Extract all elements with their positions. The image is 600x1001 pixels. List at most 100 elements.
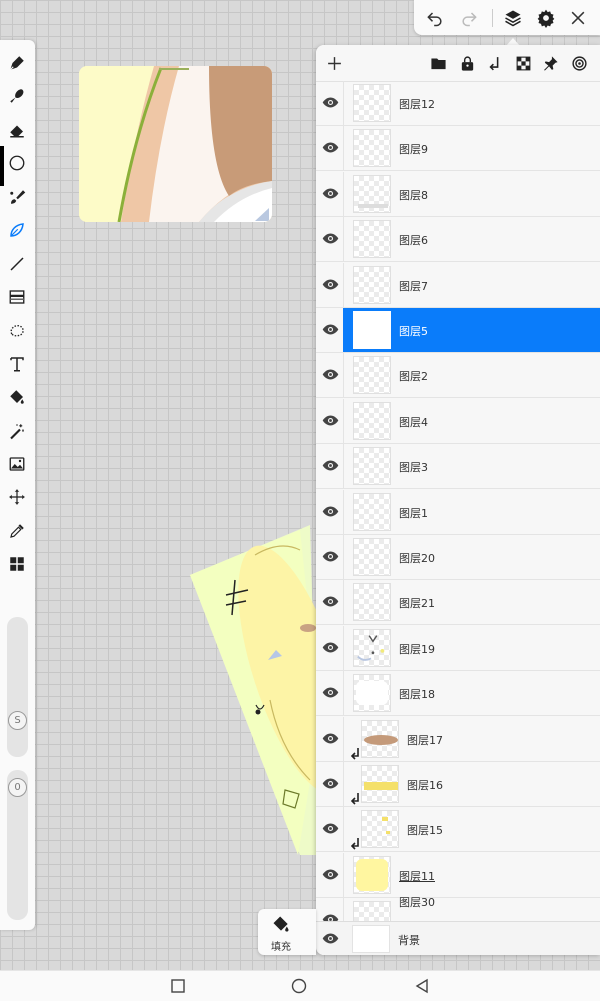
layer-row[interactable]: 图层1	[316, 490, 600, 535]
eye-icon[interactable]	[322, 593, 339, 610]
eye-icon[interactable]	[322, 548, 339, 565]
transform-icon[interactable]	[5, 485, 29, 509]
eye-icon[interactable]	[322, 866, 339, 883]
layer-row-body[interactable]: 图层9	[343, 126, 600, 170]
eye-icon[interactable]	[322, 775, 339, 792]
eye-icon[interactable]	[322, 321, 339, 338]
layer-row[interactable]: 图层19	[316, 626, 600, 671]
layer-row[interactable]: 图层20	[316, 535, 600, 580]
layer-row-body[interactable]: 图层20	[343, 535, 600, 579]
background-layer-label: 背景	[398, 934, 420, 947]
pen-icon[interactable]	[5, 51, 29, 75]
layer-row[interactable]: 图层11	[316, 853, 600, 898]
eye-icon[interactable]	[322, 412, 339, 429]
eye-icon[interactable]	[322, 185, 339, 202]
layers-icon[interactable]	[500, 5, 526, 31]
bucket-icon[interactable]	[5, 385, 29, 409]
layer-row-body[interactable]: 图层21	[343, 580, 600, 624]
reference-image	[79, 66, 272, 222]
eye-icon[interactable]	[322, 94, 339, 111]
layer-row-body[interactable]: 图层3	[343, 444, 600, 488]
reference-image-window[interactable]	[79, 66, 272, 222]
layer-thumbnail	[353, 629, 391, 667]
target-icon[interactable]	[569, 53, 589, 73]
close-icon[interactable]	[565, 5, 591, 31]
eye-icon[interactable]	[322, 139, 339, 156]
layer-row[interactable]: 图层16	[316, 762, 600, 807]
eye-icon[interactable]	[322, 276, 339, 293]
layer-row-body[interactable]: 图层5	[343, 308, 600, 352]
layer-row[interactable]: 图层9	[316, 126, 600, 171]
layer-row[interactable]: 图层5	[316, 308, 600, 353]
line-icon[interactable]	[5, 252, 29, 276]
undo-icon[interactable]	[422, 5, 448, 31]
layer-row[interactable]: 图层6	[316, 217, 600, 262]
lasso-pen-icon[interactable]	[5, 218, 29, 242]
brush-icon[interactable]	[5, 185, 29, 209]
layer-row[interactable]: 图层17	[316, 717, 600, 762]
eye-icon[interactable]	[322, 930, 339, 947]
layer-row-body[interactable]: 图层4	[343, 399, 600, 443]
eye-icon[interactable]	[322, 457, 339, 474]
eraser-icon[interactable]	[5, 118, 29, 142]
image-icon[interactable]	[5, 452, 29, 476]
layer-row[interactable]: 图层4	[316, 399, 600, 444]
layer-row-body[interactable]: 图层1	[343, 490, 600, 534]
smudge-icon[interactable]	[5, 84, 29, 108]
eye-icon[interactable]	[322, 730, 339, 747]
pin-icon[interactable]	[540, 53, 560, 73]
home-icon[interactable]	[291, 978, 307, 994]
layer-row-body[interactable]: 图层16	[343, 762, 600, 806]
layer-row[interactable]: 图层18	[316, 671, 600, 716]
layer-row-body[interactable]: 图层12	[343, 81, 600, 125]
layer-thumbnail	[353, 856, 391, 894]
tool-sidebar: S 0	[0, 40, 35, 930]
color-circle-icon[interactable]	[5, 151, 29, 175]
eye-icon[interactable]	[322, 820, 339, 837]
background-thumbnail	[352, 925, 390, 953]
layer-row[interactable]: 图层8	[316, 172, 600, 217]
eyedropper-icon[interactable]	[5, 519, 29, 543]
brush-size-slider[interactable]	[7, 617, 28, 757]
recent-apps-icon[interactable]	[170, 978, 186, 994]
folder-icon[interactable]	[428, 53, 448, 73]
layer-row[interactable]: 图层7	[316, 263, 600, 308]
layer-row-body[interactable]: 图层17	[343, 717, 600, 761]
gradient-icon[interactable]	[5, 285, 29, 309]
layer-row[interactable]: 图层15	[316, 807, 600, 852]
eye-icon[interactable]	[322, 366, 339, 383]
layer-row-body[interactable]: 图层15	[343, 807, 600, 851]
eye-icon[interactable]	[322, 639, 339, 656]
back-icon[interactable]	[414, 978, 430, 994]
merge-down-icon[interactable]	[485, 53, 505, 73]
fill-button[interactable]: 填充	[258, 909, 316, 955]
text-icon[interactable]	[5, 352, 29, 376]
layer-row-body[interactable]: 图层18	[343, 671, 600, 715]
layer-row[interactable]: 图层3	[316, 444, 600, 489]
layer-row[interactable]: 图层12	[316, 81, 600, 126]
layer-name: 图层3	[399, 461, 428, 474]
layer-row[interactable]: 图层21	[316, 580, 600, 625]
settings-icon[interactable]	[533, 5, 559, 31]
layer-row-body[interactable]: 图层19	[343, 626, 600, 670]
transparency-icon[interactable]	[513, 53, 533, 73]
add-icon[interactable]	[324, 53, 344, 73]
redo-icon[interactable]	[456, 5, 482, 31]
lasso-select-icon[interactable]	[5, 319, 29, 343]
layer-row-body[interactable]: 图层2	[343, 353, 600, 397]
canvas-artwork[interactable]	[160, 520, 320, 860]
grid-icon[interactable]	[5, 552, 29, 576]
eye-icon[interactable]	[322, 230, 339, 247]
magic-wand-icon[interactable]	[5, 419, 29, 443]
layer-thumbnail	[353, 402, 391, 440]
layer-row-body[interactable]: 图层7	[343, 263, 600, 307]
lock-icon[interactable]	[457, 53, 477, 73]
eye-icon[interactable]	[322, 503, 339, 520]
brush-opacity-label: 0	[8, 778, 27, 797]
layer-row-body[interactable]: 图层8	[343, 172, 600, 216]
layer-row-body[interactable]: 图层11	[343, 853, 600, 897]
background-layer-row[interactable]: 背景	[316, 921, 600, 955]
layer-row-body[interactable]: 图层6	[343, 217, 600, 261]
layer-row[interactable]: 图层2	[316, 353, 600, 398]
eye-icon[interactable]	[322, 684, 339, 701]
